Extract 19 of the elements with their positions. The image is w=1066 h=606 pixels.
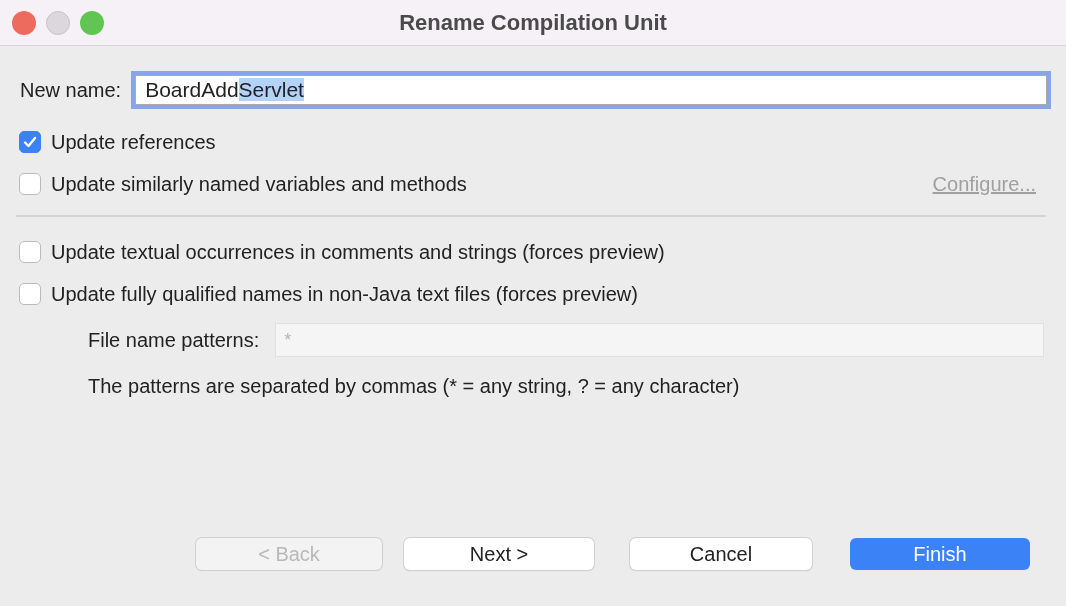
field-label: New name:: [20, 78, 122, 103]
checkbox[interactable]: [19, 173, 41, 195]
minimize-icon[interactable]: [46, 11, 70, 35]
close-icon[interactable]: [12, 11, 36, 35]
checkbox-label[interactable]: Update similarly named variables and methods: [51, 169, 467, 199]
zoom-icon[interactable]: [80, 11, 104, 35]
checkmark-icon: [22, 135, 38, 149]
checkbox[interactable]: [19, 241, 41, 263]
finish-button[interactable]: Finish: [850, 538, 1030, 570]
field-label: File name patterns:: [88, 328, 260, 353]
checkbox[interactable]: [19, 283, 41, 305]
hint-text: The patterns are separated by commas (* = any string, ? = any character): [87, 374, 741, 399]
checkbox-label[interactable]: Update fully qualified names in non-Java text files (forces preview): [51, 279, 638, 309]
checkbox-label[interactable]: Update textual occurrences in comments and strings (forces preview): [51, 237, 665, 267]
window-title: Rename Compilation Unit: [399, 9, 667, 37]
dialog-button[interactable]: Next >: [404, 538, 594, 570]
checkbox[interactable]: [19, 131, 41, 153]
checkbox-label[interactable]: Update references: [51, 127, 216, 157]
dialog-button[interactable]: Cancel: [630, 538, 812, 570]
